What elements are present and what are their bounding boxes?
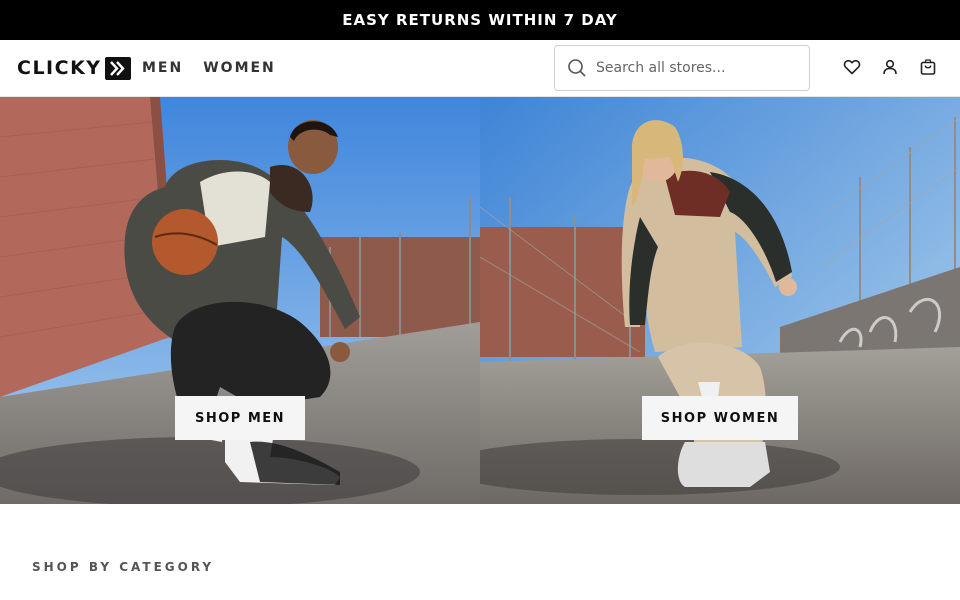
- main-nav: MEN WOMEN: [142, 40, 276, 96]
- women-hero-image: [480, 97, 960, 504]
- search-box[interactable]: [554, 45, 810, 91]
- announcement-text: EASY RETURNS WITHIN 7 DAY: [342, 11, 618, 29]
- user-icon[interactable]: [881, 58, 899, 76]
- heart-icon[interactable]: [843, 58, 861, 76]
- header-actions: [843, 58, 937, 76]
- brand-logo[interactable]: CLICKY: [17, 56, 131, 80]
- shop-by-category-heading: SHOP BY CATEGORY: [32, 560, 215, 574]
- announcement-bar: EASY RETURNS WITHIN 7 DAY: [0, 0, 960, 40]
- shop-men-button[interactable]: SHOP MEN: [175, 396, 305, 440]
- search-icon: [568, 59, 586, 77]
- nav-women[interactable]: WOMEN: [203, 60, 276, 76]
- shop-women-button[interactable]: SHOP WOMEN: [642, 396, 798, 440]
- brand-name: CLICKY: [17, 57, 102, 79]
- men-hero-image: [0, 97, 480, 504]
- search-input[interactable]: [596, 60, 796, 76]
- bag-icon[interactable]: [919, 58, 937, 76]
- hero-men[interactable]: SHOP MEN: [0, 97, 480, 504]
- nav-men[interactable]: MEN: [142, 60, 183, 76]
- brand-mark-icon: [104, 56, 131, 80]
- hero-women[interactable]: SHOP WOMEN: [480, 97, 960, 504]
- site-header: CLICKY MEN WOMEN: [0, 40, 960, 97]
